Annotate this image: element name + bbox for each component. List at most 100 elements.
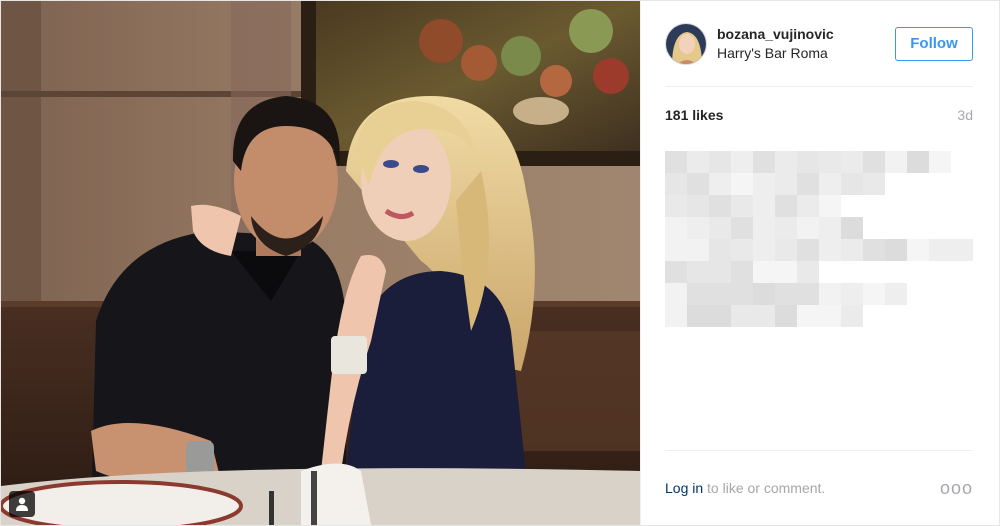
caption-pixel	[709, 151, 731, 173]
caption-pixel	[665, 305, 687, 327]
caption-pixel	[665, 283, 687, 305]
caption-pixel	[863, 173, 885, 195]
caption-pixel	[797, 305, 819, 327]
likes-row: 181 likes 3d	[665, 107, 973, 123]
caption-pixel	[907, 239, 929, 261]
caption-pixel	[775, 217, 797, 239]
caption-pixel	[731, 151, 753, 173]
login-link[interactable]: Log in	[665, 480, 703, 496]
caption-pixel	[929, 239, 951, 261]
avatar-image	[666, 23, 706, 64]
photo-illustration	[1, 1, 640, 525]
caption-pixel	[753, 239, 775, 261]
caption-pixel	[775, 283, 797, 305]
caption-pixel	[731, 239, 753, 261]
caption-pixel	[665, 151, 687, 173]
caption-pixel	[819, 151, 841, 173]
caption-pixel	[819, 283, 841, 305]
caption-pixel	[709, 283, 731, 305]
caption-pixel	[841, 239, 863, 261]
caption-pixel	[907, 151, 929, 173]
caption-pixel	[687, 173, 709, 195]
caption-pixel	[841, 283, 863, 305]
caption-pixel	[797, 173, 819, 195]
caption-pixel	[775, 239, 797, 261]
caption-pixel	[665, 217, 687, 239]
caption-pixel	[951, 239, 973, 261]
caption-pixel	[819, 195, 841, 217]
caption-pixel	[775, 305, 797, 327]
caption-pixel	[797, 217, 819, 239]
caption-pixel	[929, 151, 951, 173]
caption-pixel	[819, 173, 841, 195]
caption-pixel	[687, 261, 709, 283]
caption-pixel	[709, 195, 731, 217]
caption-pixel	[731, 283, 753, 305]
caption-pixel	[819, 305, 841, 327]
caption-pixel	[687, 305, 709, 327]
caption-pixel	[863, 283, 885, 305]
caption-pixel	[775, 195, 797, 217]
caption-pixel	[665, 261, 687, 283]
caption-pixel	[665, 195, 687, 217]
login-prompt: Log in to like or comment.	[665, 480, 825, 496]
more-options-icon[interactable]: ooo	[940, 478, 973, 499]
caption-pixel	[775, 261, 797, 283]
follow-button[interactable]: Follow	[895, 26, 973, 61]
caption-pixel	[709, 305, 731, 327]
caption-pixel	[753, 261, 775, 283]
caption-pixel	[841, 173, 863, 195]
caption-pixel	[687, 239, 709, 261]
location-link[interactable]: Harry's Bar Roma	[717, 44, 895, 62]
instagram-post: bozana_vujinovic Harry's Bar Roma Follow…	[0, 0, 1000, 526]
caption-pixel	[775, 151, 797, 173]
caption-pixel	[731, 173, 753, 195]
caption-pixel	[687, 195, 709, 217]
caption-pixel	[863, 151, 885, 173]
caption-pixel	[797, 261, 819, 283]
login-prompt-text: to like or comment.	[703, 480, 826, 496]
avatar[interactable]	[665, 22, 707, 65]
caption-pixel	[819, 217, 841, 239]
user-info: bozana_vujinovic Harry's Bar Roma	[717, 25, 895, 61]
post-sidebar: bozana_vujinovic Harry's Bar Roma Follow…	[640, 1, 999, 525]
caption-pixel	[753, 283, 775, 305]
person-icon	[16, 497, 28, 511]
user-tag-icon[interactable]	[9, 491, 35, 517]
caption-pixel	[687, 217, 709, 239]
caption-pixel	[841, 305, 863, 327]
caption-pixel	[709, 239, 731, 261]
caption-pixel	[731, 217, 753, 239]
caption-pixel	[797, 283, 819, 305]
post-timestamp: 3d	[957, 107, 973, 123]
caption-pixel	[753, 217, 775, 239]
caption-pixel	[797, 151, 819, 173]
post-photo[interactable]	[1, 1, 640, 525]
caption-pixel	[709, 173, 731, 195]
caption-pixel	[731, 305, 753, 327]
caption-pixel	[775, 173, 797, 195]
caption-pixel	[753, 195, 775, 217]
caption-pixel	[731, 261, 753, 283]
caption-pixel	[885, 151, 907, 173]
caption-pixel	[819, 239, 841, 261]
username-link[interactable]: bozana_vujinovic	[717, 25, 895, 43]
caption-pixel	[709, 261, 731, 283]
caption-pixel	[731, 195, 753, 217]
caption-pixel	[885, 239, 907, 261]
caption-pixel	[863, 239, 885, 261]
caption-pixel	[753, 151, 775, 173]
post-footer: Log in to like or comment. ooo	[665, 450, 973, 525]
caption-pixel	[797, 239, 819, 261]
caption-pixel	[841, 217, 863, 239]
caption-pixel	[885, 283, 907, 305]
likes-count[interactable]: 181 likes	[665, 107, 723, 123]
caption-pixel	[753, 305, 775, 327]
caption-pixel	[753, 173, 775, 195]
caption-pixel	[665, 239, 687, 261]
caption-pixel	[841, 151, 863, 173]
caption-pixel	[665, 173, 687, 195]
caption-pixel	[687, 151, 709, 173]
caption-pixel	[709, 217, 731, 239]
caption-pixel	[687, 283, 709, 305]
